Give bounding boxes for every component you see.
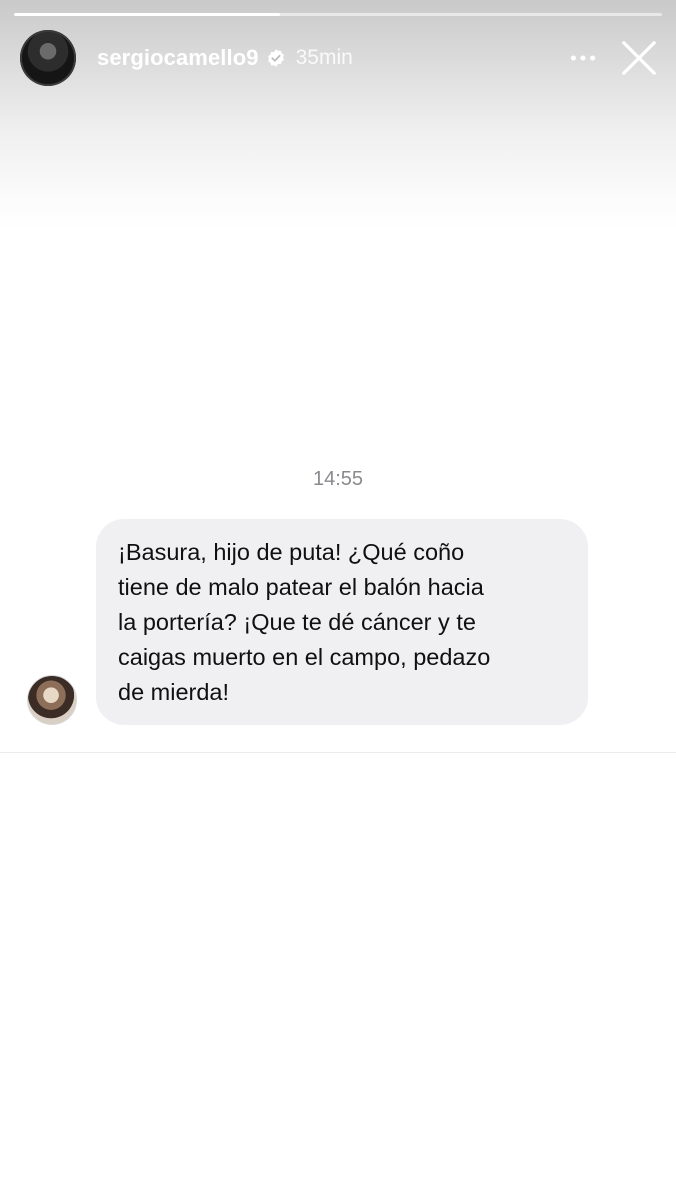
close-icon[interactable] [618,37,660,79]
more-horizontal-icon[interactable] [566,41,600,75]
divider [0,752,676,753]
username[interactable]: sergiocamello9 [97,45,259,71]
sender-avatar[interactable] [27,675,77,725]
message-text: ¡Basura, hijo de puta! ¿Qué coño tiene d… [118,539,491,705]
message-timestamp: 14:55 [312,468,364,490]
story-time-ago: 35min [295,46,353,69]
message-bubble[interactable]: ¡Basura, hijo de puta! ¿Qué coño tiene d… [96,519,588,725]
story-viewer: sergiocamello9 35min 14:55 ¡Basura, hijo… [0,0,676,1200]
verified-badge-icon [266,48,286,68]
profile-avatar[interactable] [20,30,76,86]
story-progress-bar [14,13,662,16]
message-row: ¡Basura, hijo de puta! ¿Qué coño tiene d… [27,519,647,725]
story-header: sergiocamello9 35min [20,30,660,86]
story-progress-fill [14,13,280,16]
